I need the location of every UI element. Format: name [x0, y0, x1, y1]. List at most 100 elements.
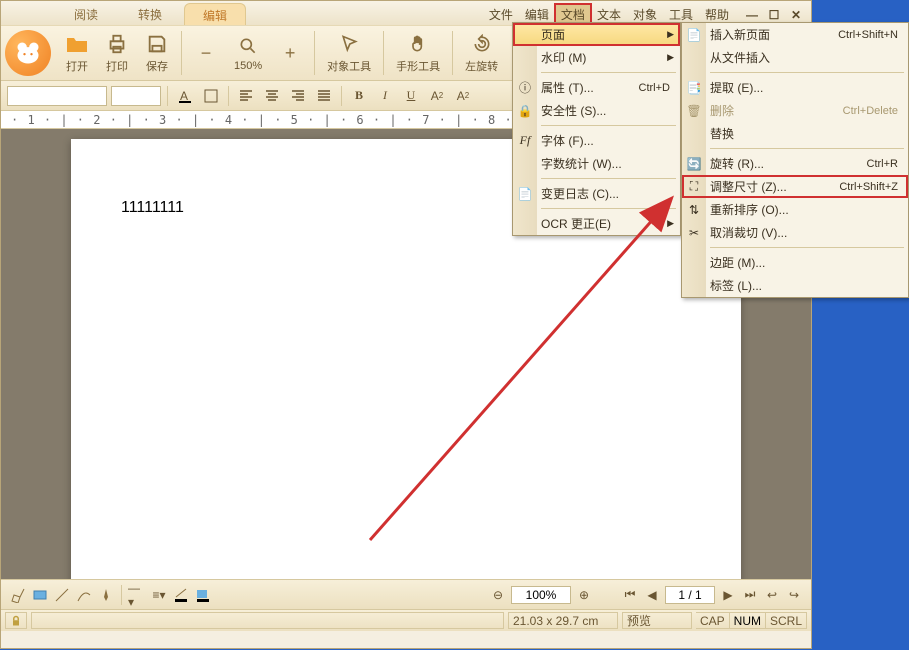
menu-labels[interactable]: 标签 (L)...: [682, 274, 908, 297]
align-right-button[interactable]: [287, 86, 309, 106]
sub-label: A: [457, 89, 465, 103]
align-center-button[interactable]: [261, 86, 283, 106]
zoom-out-small-button[interactable]: ⊖: [489, 586, 507, 604]
zoom-in-small-button[interactable]: ⊕: [575, 586, 593, 604]
menu-changelog-label: 变更日志 (C)...: [541, 185, 619, 202]
menu-wordcount[interactable]: 字数统计 (W)...: [513, 152, 680, 175]
menu-replace[interactable]: 替换: [682, 122, 908, 145]
menu-security[interactable]: 🔒 安全性 (S)...: [513, 99, 680, 122]
align-justify-button[interactable]: [313, 86, 335, 106]
reorder-icon: ⇅: [686, 202, 702, 218]
app-logo-icon: [5, 30, 51, 76]
folder-icon: [65, 32, 89, 56]
next-page-button[interactable]: ▶: [719, 586, 737, 604]
minimize-button[interactable]: —: [743, 7, 761, 23]
font-size-combo[interactable]: [111, 86, 161, 106]
fill-color-icon[interactable]: [194, 586, 212, 604]
close-button[interactable]: ✕: [787, 7, 805, 23]
menu-insert-from-file[interactable]: 从文件插入: [682, 46, 908, 69]
minus-icon: −: [194, 41, 218, 65]
zoom-combo[interactable]: 100%: [511, 586, 571, 604]
zoom-in-button[interactable]: +: [270, 39, 310, 67]
tab-read[interactable]: 阅读: [56, 3, 116, 25]
menu-font[interactable]: Ff 字体 (F)...: [513, 129, 680, 152]
format-separator: [341, 86, 342, 106]
line-style-icon[interactable]: —▾: [128, 586, 146, 604]
shortcut-label: Ctrl+D: [639, 82, 670, 94]
preview-mode: 预览: [622, 612, 692, 629]
object-tool-button[interactable]: 对象工具: [319, 30, 379, 76]
zoom-label: 150%: [234, 60, 262, 72]
format-separator: [167, 86, 168, 106]
nav-back-button[interactable]: ↩: [763, 586, 781, 604]
object-tool-label: 对象工具: [327, 58, 371, 74]
font-family-combo[interactable]: [7, 86, 107, 106]
curve-tool-icon[interactable]: [75, 586, 93, 604]
tab-edit[interactable]: 编辑: [184, 3, 246, 25]
zoom-indicator[interactable]: 150%: [226, 32, 270, 74]
menu-resize-label: 调整尺寸 (Z)...: [710, 178, 787, 195]
open-button[interactable]: 打开: [57, 30, 97, 76]
menu-security-label: 安全性 (S)...: [541, 102, 606, 119]
document-icon: 📄: [517, 186, 533, 202]
lock-status-icon: [5, 612, 27, 629]
rotate-left-label: 左旋转: [465, 58, 498, 74]
menu-margins[interactable]: 边距 (M)...: [682, 251, 908, 274]
subscript-button[interactable]: A2: [452, 86, 474, 106]
prev-page-button[interactable]: ◀: [643, 586, 661, 604]
menu-extract[interactable]: 📑 提取 (E)...: [682, 76, 908, 99]
menu-reorder[interactable]: ⇅ 重新排序 (O)...: [682, 198, 908, 221]
save-button[interactable]: 保存: [137, 30, 177, 76]
menu-changelog[interactable]: 📄 变更日志 (C)...: [513, 182, 680, 205]
menu-separator: [541, 72, 676, 73]
underline-button[interactable]: U: [400, 86, 422, 106]
maximize-button[interactable]: ☐: [765, 7, 783, 23]
bold-button[interactable]: B: [348, 86, 370, 106]
toolbar-separator: [383, 31, 384, 75]
menu-ocr[interactable]: OCR 更正(E) ▶: [513, 212, 680, 235]
page-indicator[interactable]: 1 / 1: [665, 586, 715, 604]
edit-tool-icon[interactable]: [9, 586, 27, 604]
nav-forward-button[interactable]: ↪: [785, 586, 803, 604]
shortcut-label: Ctrl+Shift+N: [838, 29, 898, 41]
zoom-out-button[interactable]: −: [186, 39, 226, 67]
superscript-button[interactable]: A2: [426, 86, 448, 106]
hand-tool-button[interactable]: 手形工具: [388, 30, 448, 76]
align-left-button[interactable]: [235, 86, 257, 106]
menu-insert-new-page[interactable]: 📄 插入新页面 Ctrl+Shift+N: [682, 23, 908, 46]
toolbar-separator: [314, 31, 315, 75]
menu-reorder-label: 重新排序 (O)...: [710, 201, 789, 218]
italic-button[interactable]: I: [374, 86, 396, 106]
caps-lock-indicator: CAP: [696, 612, 730, 629]
last-page-button[interactable]: ⏭: [741, 586, 759, 604]
rotate-left-button[interactable]: 左旋转: [457, 30, 506, 76]
shortcut-label: Ctrl+Shift+Z: [839, 181, 898, 193]
line-tool-icon[interactable]: [53, 586, 71, 604]
delete-icon: 🗑: [686, 103, 702, 119]
font-color-button[interactable]: A: [174, 86, 196, 106]
plus-icon: +: [278, 41, 302, 65]
menu-resize[interactable]: ⛶ 调整尺寸 (Z)... Ctrl+Shift+Z: [682, 175, 908, 198]
document-menu: 页面 ▶ 水印 (M) ▶ ⓘ 属性 (T)... Ctrl+D 🔒 安全性 (…: [512, 22, 681, 236]
highlight-button[interactable]: [200, 86, 222, 106]
menu-uncrop[interactable]: ✂ 取消裁切 (V)...: [682, 221, 908, 244]
menu-extract-label: 提取 (E)...: [710, 79, 763, 96]
rect-tool-icon[interactable]: [31, 586, 49, 604]
format-separator: [228, 86, 229, 106]
menu-separator: [541, 178, 676, 179]
rotate-left-icon: [470, 32, 494, 56]
menu-rotate[interactable]: 🔄 旋转 (R)... Ctrl+R: [682, 152, 908, 175]
lock-icon: 🔒: [517, 103, 533, 119]
first-page-button[interactable]: ⏮: [621, 586, 639, 604]
menu-page[interactable]: 页面 ▶: [513, 23, 680, 46]
pen-tool-icon[interactable]: [97, 586, 115, 604]
menu-properties[interactable]: ⓘ 属性 (T)... Ctrl+D: [513, 76, 680, 99]
print-button[interactable]: 打印: [97, 30, 137, 76]
menu-watermark[interactable]: 水印 (M) ▶: [513, 46, 680, 69]
print-label: 打印: [106, 58, 128, 74]
tab-convert[interactable]: 转换: [120, 3, 180, 25]
line-weight-icon[interactable]: ≡▾: [150, 586, 168, 604]
open-label: 打开: [66, 58, 88, 74]
line-color-icon[interactable]: [172, 586, 190, 604]
menu-margins-label: 边距 (M)...: [710, 254, 765, 271]
